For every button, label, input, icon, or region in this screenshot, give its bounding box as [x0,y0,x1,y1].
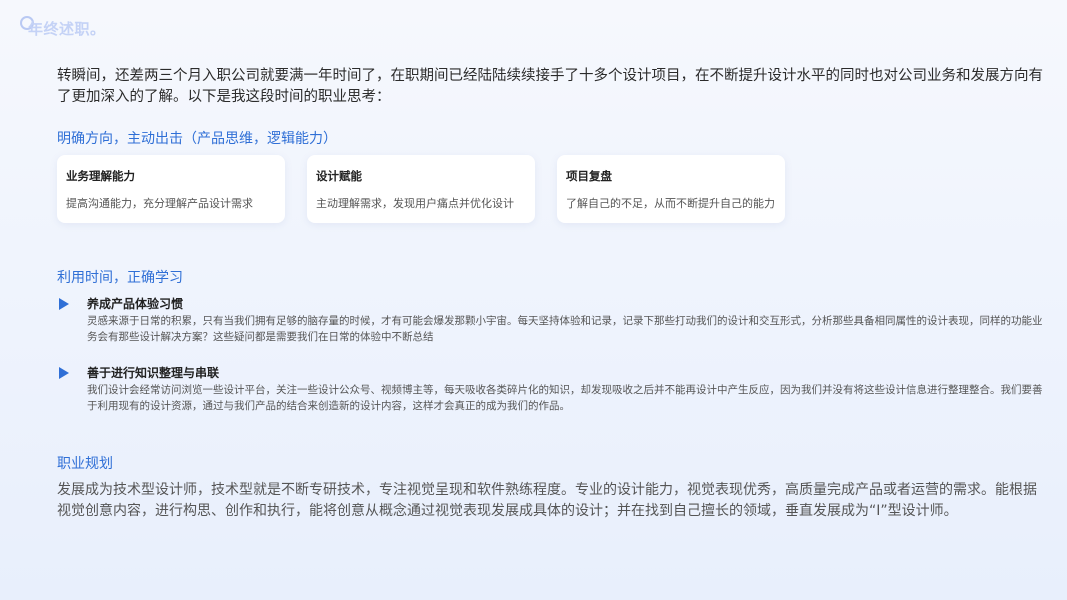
section-title-direction: 明确方向，主动出击（产品思维，逻辑能力） [57,131,337,147]
career-plan-paragraph: 发展成为技术型设计师，技术型就是不断专研技术，专注视觉呈现和软件熟练程度。专业的… [57,482,1037,519]
card-title: 设计赋能 [316,169,362,183]
point-title: 善于进行知识整理与串联 [87,366,220,380]
card-business-understanding: 业务理解能力 提高沟通能力，充分理解产品设计需求 [57,155,285,223]
section-title-career: 职业规划 [57,456,113,472]
learning-point-knowledge: 善于进行知识整理与串联 我们设计会经常访问浏览一些设计平台，关注一些设计公众号、… [57,365,1047,414]
card-desc: 主动理解需求，发现用户痛点并优化设计 [316,197,514,210]
logo-text: 年终述职。 [28,19,106,38]
section-title-learning: 利用时间，正确学习 [57,270,183,286]
point-title: 养成产品体验习惯 [87,297,184,311]
card-title: 业务理解能力 [66,169,135,183]
card-design-empowerment: 设计赋能 主动理解需求，发现用户痛点并优化设计 [307,155,535,223]
card-title: 项目复盘 [566,169,612,183]
learning-point-experience: 养成产品体验习惯 灵感来源于日常的积累，只有当我们拥有足够的脑存量的时候，才有可… [57,296,1047,345]
brand-logo: 年终述职。 [20,14,106,42]
card-project-review: 项目复盘 了解自己的不足，从而不断提升自己的能力 [557,155,785,223]
play-arrow-icon [59,367,69,379]
intro-paragraph: 转瞬间，还差两三个月入职公司就要满一年时间了，在职期间已经陆陆续续接手了十多个设… [57,68,1043,105]
skill-cards: 业务理解能力 提高沟通能力，充分理解产品设计需求 设计赋能 主动理解需求，发现用… [57,155,785,223]
point-body: 灵感来源于日常的积累，只有当我们拥有足够的脑存量的时候，才有可能会爆发那颗小宇宙… [87,315,1043,343]
play-arrow-icon [59,298,69,310]
card-desc: 提高沟通能力，充分理解产品设计需求 [66,197,253,210]
card-desc: 了解自己的不足，从而不断提升自己的能力 [566,197,775,210]
point-body: 我们设计会经常访问浏览一些设计平台，关注一些设计公众号、视频博主等，每天吸收各类… [87,384,1043,412]
